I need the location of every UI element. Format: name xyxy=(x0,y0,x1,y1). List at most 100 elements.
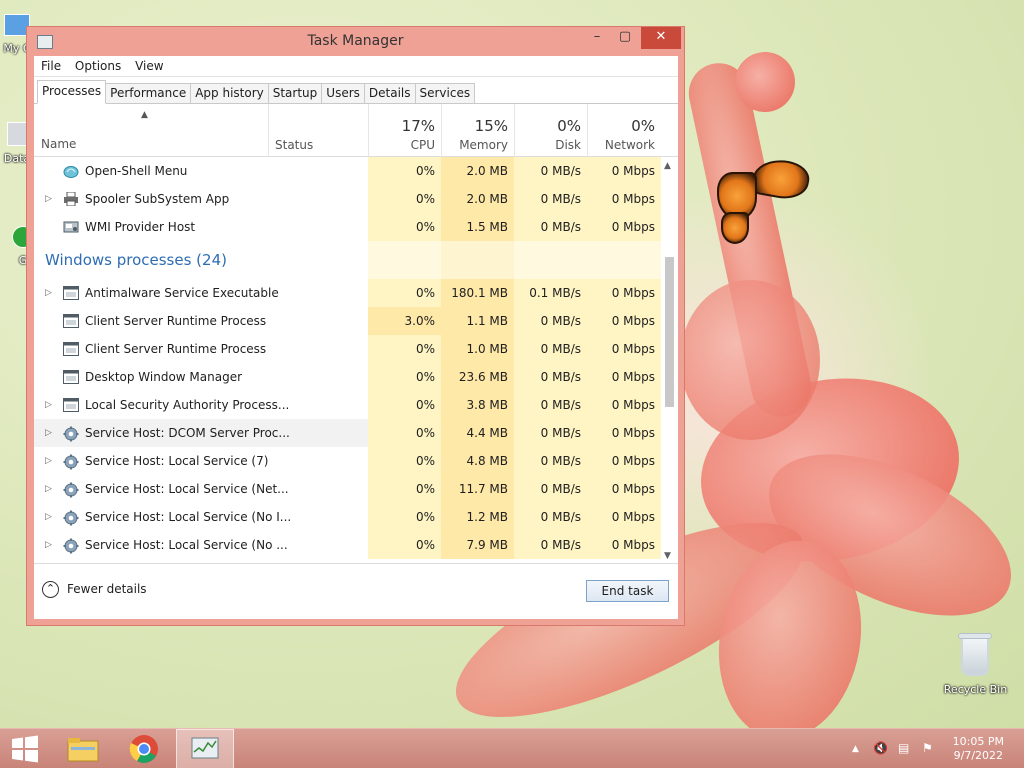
group-disk-cell xyxy=(514,241,587,279)
column-disk-header[interactable]: 0% Disk xyxy=(514,104,587,157)
title-bar[interactable]: Task Manager – ▢ ✕ xyxy=(27,27,684,57)
disk-cell: 0 MB/s xyxy=(514,213,587,241)
network-cell: 0 Mbps xyxy=(587,279,661,307)
gear-icon xyxy=(63,538,79,554)
tab-startup[interactable]: Startup xyxy=(267,83,323,103)
network-cell: 0 Mbps xyxy=(587,157,661,185)
network-cell: 0 Mbps xyxy=(587,419,661,447)
disk-total: 0% xyxy=(557,117,581,135)
process-row[interactable]: Client Server Runtime Process 3.0% 1.1 MB 0… xyxy=(34,307,678,335)
process-row[interactable]: ▷ Local Security Authority Process... 0% 3.… xyxy=(34,391,678,419)
scroll-up-arrow-icon[interactable]: ▲ xyxy=(664,161,671,171)
chrome-button[interactable] xyxy=(115,729,173,768)
expand-arrow-icon[interactable]: ▷ xyxy=(45,279,52,307)
expand-arrow-icon[interactable]: ▷ xyxy=(45,419,52,447)
tab-processes[interactable]: Processes xyxy=(37,80,107,104)
cpu-cell: 0% xyxy=(368,531,441,559)
process-row[interactable]: WMI Provider Host 0% 1.5 MB 0 MB/s 0 Mbps xyxy=(34,213,678,241)
system-clock[interactable]: 10:05 PM 9/7/2022 xyxy=(953,735,1004,763)
network-cell: 0 Mbps xyxy=(587,447,661,475)
process-row[interactable]: ▷ Antimalware Service Executable 0% 180.1 M… xyxy=(34,279,678,307)
scrollbar-thumb[interactable] xyxy=(665,257,674,407)
window-client-area: File Options View Processes Performance … xyxy=(34,56,678,619)
disk-cell: 0 MB/s xyxy=(514,185,587,213)
tab-users[interactable]: Users xyxy=(321,83,365,103)
process-name: Spooler SubSystem App xyxy=(85,192,230,206)
volume-muted-icon[interactable]: 🔇 xyxy=(873,741,888,755)
memory-cell: 4.4 MB xyxy=(441,419,514,447)
show-hidden-icons-button[interactable]: ▲ xyxy=(852,744,859,754)
file-explorer-button[interactable] xyxy=(54,729,112,768)
expand-arrow-icon[interactable]: ▷ xyxy=(45,475,52,503)
process-name: Service Host: Local Service (No ... xyxy=(85,538,288,552)
process-row[interactable]: Open-Shell Menu 0% 2.0 MB 0 MB/s 0 Mbps xyxy=(34,157,678,185)
column-cpu-header[interactable]: 17% CPU xyxy=(368,104,441,157)
disk-cell: 0 MB/s xyxy=(514,447,587,475)
memory-cell: 1.2 MB xyxy=(441,503,514,531)
cpu-cell: 0% xyxy=(368,213,441,241)
memory-total: 15% xyxy=(474,117,508,135)
recycle-bin-label: Recycle Bin xyxy=(943,683,1008,696)
process-row[interactable]: ▷ Service Host: Local Service (7) 0% 4.8 MB… xyxy=(34,447,678,475)
start-button[interactable] xyxy=(0,729,50,768)
cpu-cell: 0% xyxy=(368,185,441,213)
vertical-scrollbar[interactable]: ▲ ▼ xyxy=(661,157,678,565)
menu-file[interactable]: File xyxy=(36,56,66,76)
network-total: 0% xyxy=(631,117,655,135)
column-memory-header[interactable]: 15% Memory xyxy=(441,104,514,157)
process-row[interactable]: ▷ Service Host: Local Service (No I... 0% 1… xyxy=(34,503,678,531)
process-row[interactable]: ▷ Spooler SubSystem App 0% 2.0 MB 0 MB/s 0 Mb… xyxy=(34,185,678,213)
fewer-details-link[interactable]: ⌃ Fewer details xyxy=(42,581,147,598)
process-row[interactable]: Desktop Window Manager 0% 23.6 MB 0 MB/s 0 M… xyxy=(34,363,678,391)
cpu-cell: 3.0% xyxy=(368,307,441,335)
memory-cell: 180.1 MB xyxy=(441,279,514,307)
process-row[interactable]: ▷ Service Host: Local Service (Net... 0% 11… xyxy=(34,475,678,503)
maximize-button[interactable]: ▢ xyxy=(611,27,639,49)
process-icon xyxy=(63,398,79,412)
process-row[interactable]: ▷ Service Host: Local Service (No ... 0% 7.… xyxy=(34,531,678,559)
tab-details[interactable]: Details xyxy=(363,83,416,103)
column-status-header[interactable]: Status xyxy=(268,104,368,157)
disk-cell: 0 MB/s xyxy=(514,307,587,335)
process-row[interactable]: ▷ Service Host: DCOM Server Proc... 0% 4.4 … xyxy=(34,419,678,447)
close-button[interactable]: ✕ xyxy=(641,27,681,49)
tab-performance[interactable]: Performance xyxy=(105,83,192,103)
disk-cell: 0.1 MB/s xyxy=(514,279,587,307)
memory-cell: 11.7 MB xyxy=(441,475,514,503)
process-list[interactable]: Open-Shell Menu 0% 2.0 MB 0 MB/s 0 Mbps ▷ Spoo… xyxy=(34,157,678,565)
menu-options[interactable]: Options xyxy=(70,56,126,76)
action-center-icon[interactable]: ⚑ xyxy=(922,741,933,755)
cpu-cell: 0% xyxy=(368,503,441,531)
task-manager-taskbar-button[interactable] xyxy=(176,729,234,768)
expand-arrow-icon[interactable]: ▷ xyxy=(45,447,52,475)
gear-icon xyxy=(63,426,79,442)
network-icon[interactable]: ▤ xyxy=(898,741,909,755)
end-task-button[interactable]: End task xyxy=(586,580,669,602)
column-network-header[interactable]: 0% Network xyxy=(587,104,661,157)
tab-services[interactable]: Services xyxy=(414,83,476,103)
minimize-button[interactable]: – xyxy=(583,27,611,49)
windows-logo-icon xyxy=(12,735,38,763)
memory-cell: 2.0 MB xyxy=(441,157,514,185)
expand-arrow-icon[interactable]: ▷ xyxy=(45,503,52,531)
process-name: Client Server Runtime Process xyxy=(85,314,267,328)
tab-app-history[interactable]: App history xyxy=(190,83,269,103)
menu-view[interactable]: View xyxy=(130,56,168,76)
menu-bar: File Options View xyxy=(34,56,678,77)
task-manager-window[interactable]: Task Manager – ▢ ✕ File Options View Pro… xyxy=(26,26,685,626)
disk-cell: 0 MB/s xyxy=(514,157,587,185)
scroll-down-arrow-icon[interactable]: ▼ xyxy=(664,551,671,561)
expand-arrow-icon[interactable]: ▷ xyxy=(45,391,52,419)
memory-label: Memory xyxy=(459,138,508,152)
column-name-header[interactable]: Name xyxy=(41,137,76,151)
process-icon xyxy=(63,342,79,356)
expand-arrow-icon[interactable]: ▷ xyxy=(45,185,52,213)
process-name: Client Server Runtime Process xyxy=(85,342,267,356)
column-header: ▲ Name Status 17% CPU 15% Memory 0% Disk… xyxy=(34,104,678,157)
process-name: Service Host: Local Service (No I... xyxy=(85,510,292,524)
process-row[interactable]: Client Server Runtime Process 0% 1.0 MB 0 M… xyxy=(34,335,678,363)
gear-icon xyxy=(63,454,79,470)
footer-bar: ⌃ Fewer details End task xyxy=(34,563,678,619)
expand-arrow-icon[interactable]: ▷ xyxy=(45,531,52,559)
group-header-windows-processes[interactable]: Windows processes (24) xyxy=(34,241,678,279)
